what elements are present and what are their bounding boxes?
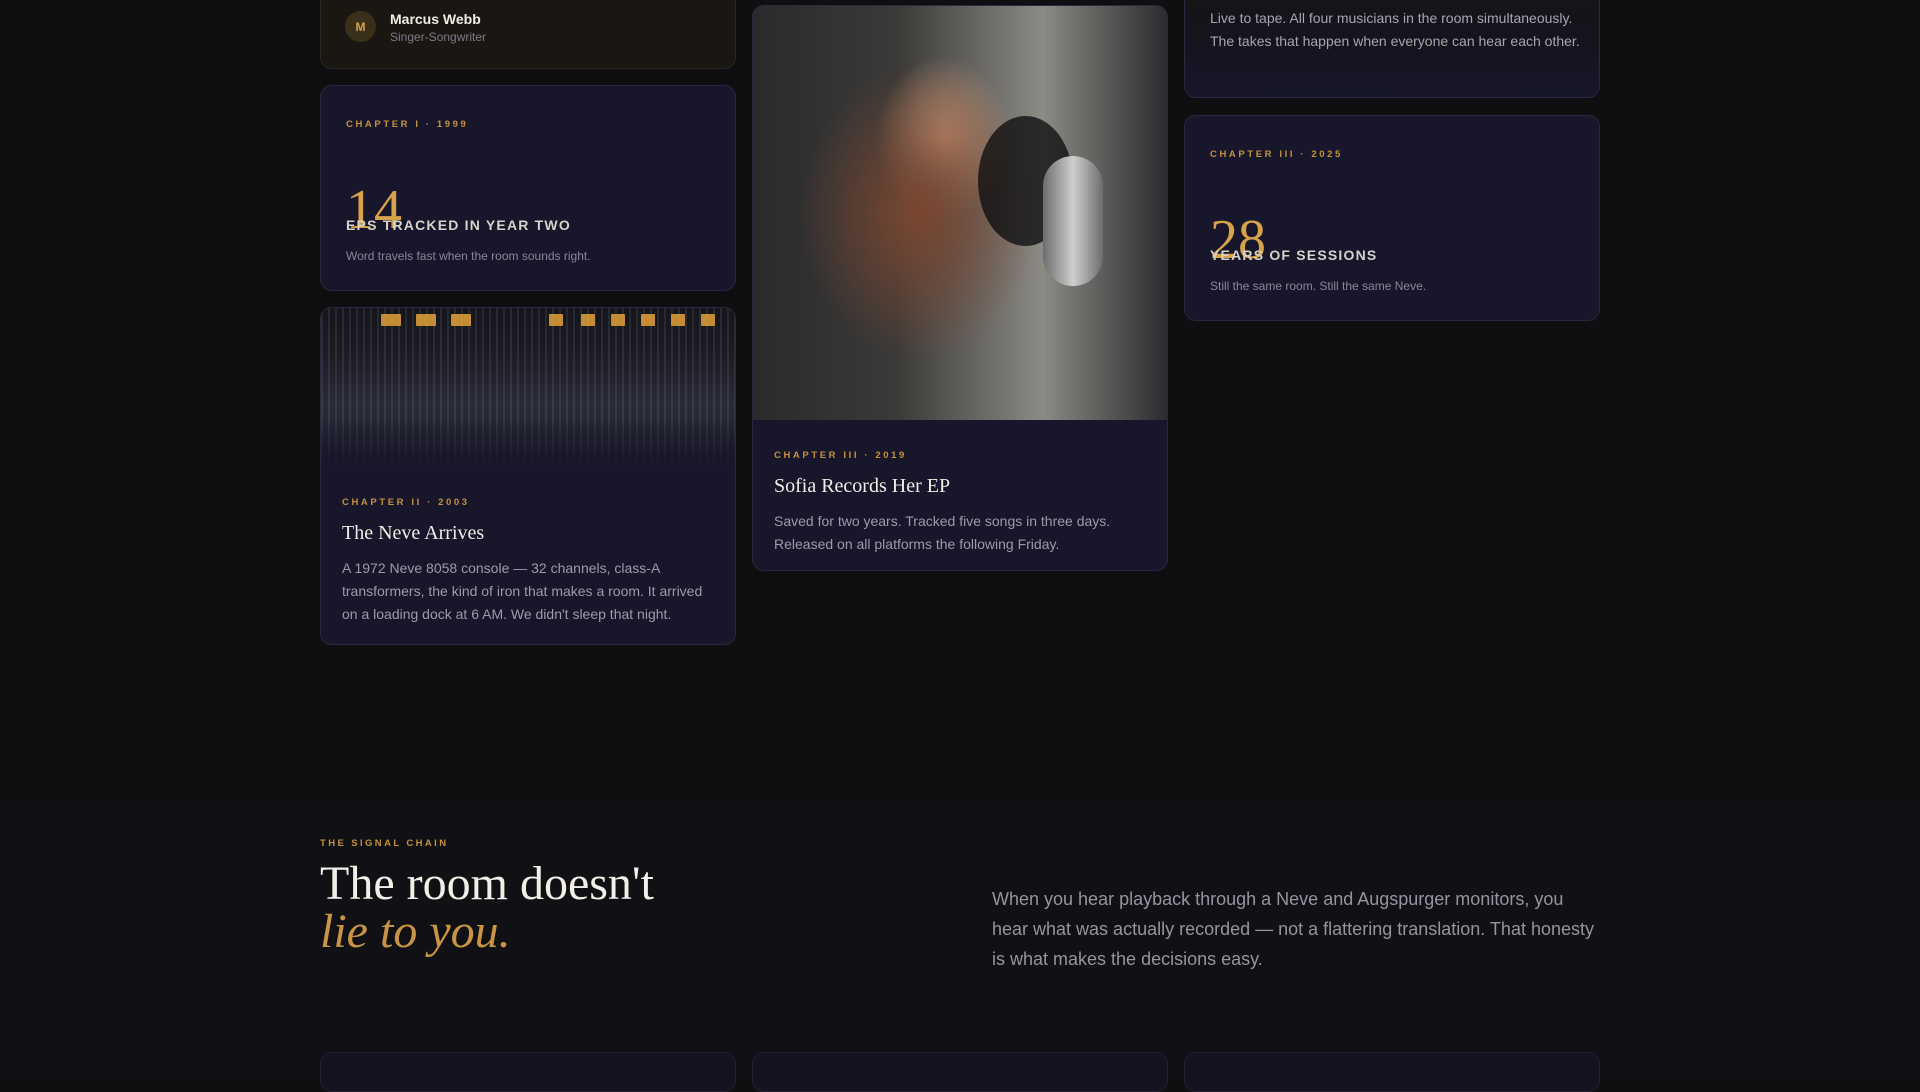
stat-card-eps: CHAPTER I · 1999 14 EPS TRACKED IN YEAR … xyxy=(320,85,736,291)
story-body: Live to tape. All four musicians in the … xyxy=(1210,10,1580,49)
story-body: A 1972 Neve 8058 console — 32 channels, … xyxy=(342,560,703,622)
chapter-label: CHAPTER III · 2019 xyxy=(774,450,907,461)
feature-card-1 xyxy=(320,1052,736,1092)
story-title: The Neve Arrives xyxy=(342,522,485,544)
stat-label: EPS TRACKED IN YEAR TWO xyxy=(346,217,571,233)
testimonial-card: M Marcus Webb Singer-Songwriter xyxy=(320,0,736,69)
testimonial-name: Marcus Webb xyxy=(390,11,481,27)
headline-line-1: The room doesn't xyxy=(320,857,654,910)
feature-card-2 xyxy=(752,1052,1168,1092)
chapter-label: CHAPTER I · 1999 xyxy=(346,119,469,130)
chapter-label: CHAPTER III · 2025 xyxy=(1210,149,1343,160)
signal-chain-section xyxy=(0,800,1920,1080)
section-headline: The room doesn't lie to you. xyxy=(320,860,654,956)
story-card-neve[interactable]: CHAPTER II · 2003 The Neve Arrives A 197… xyxy=(320,307,736,645)
headline-line-2: lie to you. xyxy=(320,905,511,958)
feature-card-3 xyxy=(1184,1052,1600,1092)
stat-description: Still the same room. Still the same Neve… xyxy=(1210,279,1427,293)
console-image xyxy=(321,308,735,468)
page: M Marcus Webb Singer-Songwriter CHAPTER … xyxy=(0,0,1920,1092)
section-eyebrow: THE SIGNAL CHAIN xyxy=(320,838,449,849)
stat-description: Word travels fast when the room sounds r… xyxy=(346,249,591,263)
section-lead: When you hear playback through a Neve an… xyxy=(992,889,1594,969)
story-body: Saved for two years. Tracked five songs … xyxy=(774,513,1111,552)
avatar: M xyxy=(345,11,376,42)
singer-image xyxy=(753,6,1167,420)
story-card-band[interactable]: Live to tape. All four musicians in the … xyxy=(1184,0,1600,98)
chapter-label: CHAPTER II · 2003 xyxy=(342,497,470,508)
testimonial-role: Singer-Songwriter xyxy=(390,30,487,44)
story-title: Sofia Records Her EP xyxy=(774,475,951,497)
stat-label: YEARS OF SESSIONS xyxy=(1210,247,1378,263)
story-card-sofia[interactable]: CHAPTER III · 2019 Sofia Records Her EP … xyxy=(752,5,1168,571)
stat-card-years: CHAPTER III · 2025 28 YEARS OF SESSIONS … xyxy=(1184,115,1600,321)
